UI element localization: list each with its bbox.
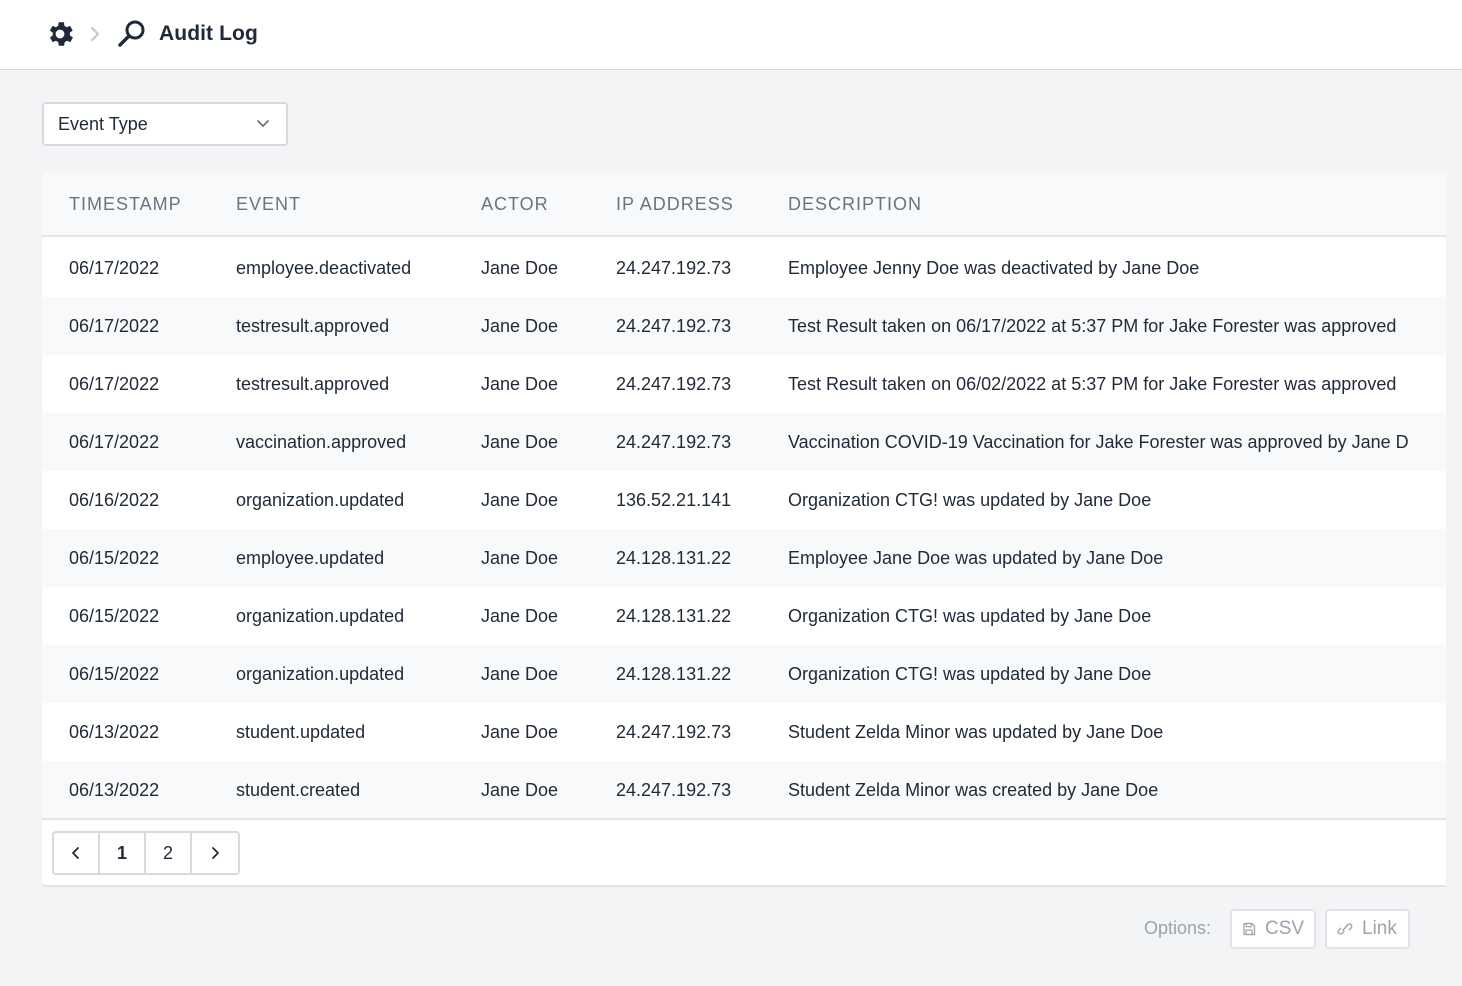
cell-timestamp: 06/17/2022 (69, 316, 160, 336)
cell-event: organization.updated (236, 664, 405, 684)
table-row[interactable]: 06/15/2022 organization.updated Jane Doe… (42, 587, 1446, 645)
cell-event: testresult.approved (236, 316, 390, 336)
page-2-button[interactable]: 2 (146, 833, 192, 873)
column-header-actor[interactable]: ACTOR (481, 194, 549, 215)
cell-timestamp: 06/15/2022 (69, 606, 160, 626)
cell-ip-address: 24.247.192.73 (616, 316, 732, 336)
chevron-left-icon (72, 847, 79, 859)
event-type-filter[interactable]: Event Type (42, 102, 288, 146)
table-header: TIMESTAMP EVENT ACTOR IP ADDRESS DESCRIP… (42, 173, 1446, 237)
cell-actor: Jane Doe (481, 722, 559, 742)
cell-description: Employee Jenny Doe was deactivated by Ja… (788, 258, 1200, 278)
link-button-label: Link (1362, 918, 1397, 939)
page-title: Audit Log (159, 22, 258, 45)
cell-event: vaccination.approved (236, 432, 407, 452)
cell-timestamp: 06/15/2022 (69, 548, 160, 568)
link-icon (1337, 923, 1353, 935)
cell-ip-address: 24.128.131.22 (616, 606, 732, 626)
cell-description: Organization CTG! was updated by Jane Do… (788, 664, 1152, 684)
pagination: 1 2 (52, 831, 240, 875)
cell-description: Student Zelda Minor was created by Jane … (788, 780, 1159, 800)
chevron-right-icon (90, 26, 100, 42)
cell-event: student.updated (236, 722, 366, 742)
event-type-filter-label: Event Type (58, 113, 148, 134)
cell-ip-address: 24.128.131.22 (616, 548, 732, 568)
save-icon (1243, 922, 1256, 936)
table-body: 06/17/2022 employee.deactivated Jane Doe… (42, 239, 1446, 819)
cell-actor: Jane Doe (481, 374, 559, 394)
cell-timestamp: 06/17/2022 (69, 432, 160, 452)
cell-actor: Jane Doe (481, 258, 559, 278)
cell-ip-address: 136.52.21.141 (616, 490, 732, 510)
cell-actor: Jane Doe (481, 548, 559, 568)
table-row[interactable]: 06/17/2022 testresult.approved Jane Doe … (42, 297, 1446, 355)
copy-link-button[interactable]: Link (1325, 909, 1410, 949)
cell-actor: Jane Doe (481, 316, 559, 336)
table-row[interactable]: 06/13/2022 student.created Jane Doe 24.2… (42, 761, 1446, 819)
cell-description: Student Zelda Minor was updated by Jane … (788, 722, 1164, 742)
table-row[interactable]: 06/15/2022 organization.updated Jane Doe… (42, 645, 1446, 703)
chevron-down-icon (257, 120, 269, 127)
cell-ip-address: 24.247.192.73 (616, 780, 732, 800)
gear-icon[interactable] (44, 18, 76, 50)
top-bar: Audit Log (0, 0, 1462, 70)
cell-event: employee.deactivated (236, 258, 412, 278)
cell-event: employee.updated (236, 548, 385, 568)
cell-timestamp: 06/13/2022 (69, 780, 160, 800)
cell-timestamp: 06/17/2022 (69, 374, 160, 394)
csv-button-label: CSV (1265, 918, 1305, 939)
next-page-button[interactable] (192, 833, 238, 873)
cell-description: Employee Jane Doe was updated by Jane Do… (788, 548, 1164, 568)
cell-description: Test Result taken on 06/02/2022 at 5:37 … (788, 374, 1397, 394)
cell-timestamp: 06/13/2022 (69, 722, 160, 742)
cell-ip-address: 24.247.192.73 (616, 722, 732, 742)
cell-timestamp: 06/16/2022 (69, 490, 160, 510)
table-row[interactable]: 06/17/2022 testresult.approved Jane Doe … (42, 355, 1446, 413)
page-1-button[interactable]: 1 (100, 833, 146, 873)
pagination-bar: 1 2 (42, 818, 1446, 885)
cell-actor: Jane Doe (481, 490, 559, 510)
column-header-ip-address[interactable]: IP ADDRESS (616, 194, 734, 215)
cell-description: Vaccination COVID-19 Vaccination for Jak… (788, 432, 1409, 452)
table-row[interactable]: 06/13/2022 student.updated Jane Doe 24.2… (42, 703, 1446, 761)
cell-description: Test Result taken on 06/17/2022 at 5:37 … (788, 316, 1397, 336)
cell-timestamp: 06/17/2022 (69, 258, 160, 278)
table-row[interactable]: 06/15/2022 employee.updated Jane Doe 24.… (42, 529, 1446, 587)
cell-ip-address: 24.247.192.73 (616, 374, 732, 394)
csv-export-button[interactable]: CSV (1230, 909, 1316, 949)
chevron-right-icon (212, 847, 219, 859)
cell-event: student.created (236, 780, 361, 800)
cell-actor: Jane Doe (481, 664, 559, 684)
cell-event: testresult.approved (236, 374, 390, 394)
table-row[interactable]: 06/17/2022 employee.deactivated Jane Doe… (42, 239, 1446, 297)
options-label: Options: (1144, 918, 1212, 938)
cell-ip-address: 24.247.192.73 (616, 432, 732, 452)
cell-actor: Jane Doe (481, 432, 559, 452)
cell-event: organization.updated (236, 490, 405, 510)
search-icon (118, 20, 145, 47)
column-header-description[interactable]: DESCRIPTION (788, 194, 922, 215)
cell-description: Organization CTG! was updated by Jane Do… (788, 606, 1152, 626)
table-row[interactable]: 06/17/2022 vaccination.approved Jane Doe… (42, 413, 1446, 471)
cell-timestamp: 06/15/2022 (69, 664, 160, 684)
audit-log-table: TIMESTAMP EVENT ACTOR IP ADDRESS DESCRIP… (42, 173, 1446, 885)
cell-actor: Jane Doe (481, 780, 559, 800)
prev-page-button[interactable] (54, 833, 100, 873)
cell-ip-address: 24.128.131.22 (616, 664, 732, 684)
column-header-event[interactable]: EVENT (236, 194, 301, 215)
cell-ip-address: 24.247.192.73 (616, 258, 732, 278)
table-row[interactable]: 06/16/2022 organization.updated Jane Doe… (42, 471, 1446, 529)
cell-description: Organization CTG! was updated by Jane Do… (788, 490, 1152, 510)
cell-actor: Jane Doe (481, 606, 559, 626)
cell-event: organization.updated (236, 606, 405, 626)
column-header-timestamp[interactable]: TIMESTAMP (69, 194, 182, 215)
